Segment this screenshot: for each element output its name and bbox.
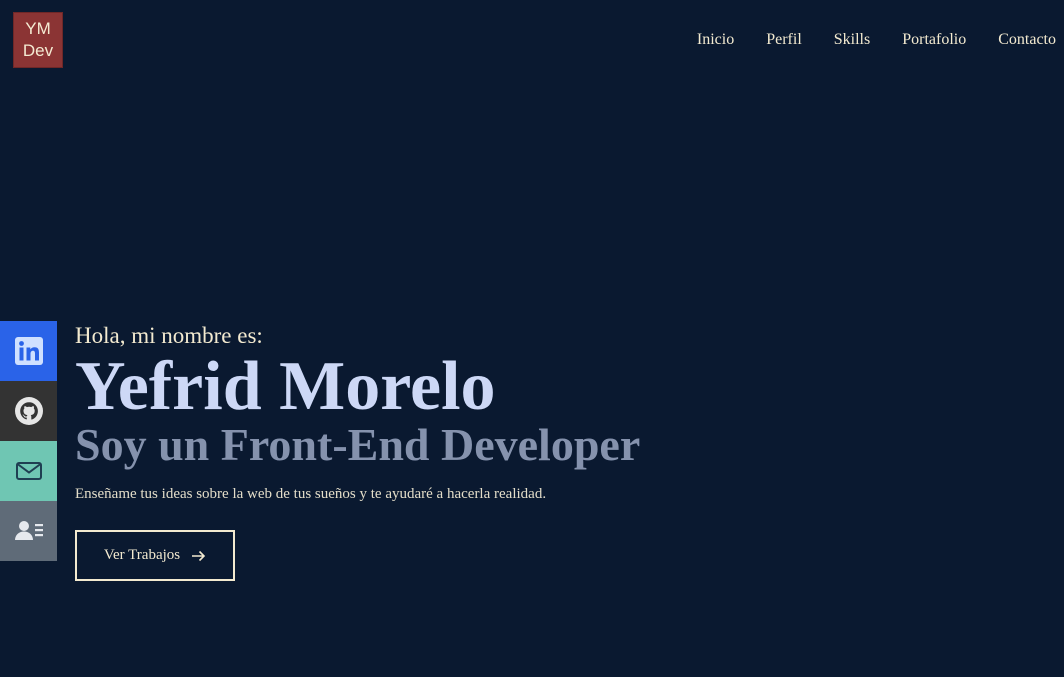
view-work-button[interactable]: Ver Trabajos	[75, 530, 235, 581]
hero-section: Hola, mi nombre es: Yefrid Morelo Soy un…	[75, 322, 640, 581]
logo[interactable]: YM Dev	[13, 12, 63, 68]
logo-line-2: Dev	[22, 41, 54, 60]
github-link[interactable]	[0, 381, 57, 441]
nav-item-inicio[interactable]: Inicio	[697, 30, 734, 50]
hero-greeting: Hola, mi nombre es:	[75, 323, 263, 348]
linkedin-link[interactable]	[0, 321, 57, 381]
mail-link[interactable]	[0, 441, 57, 501]
hero-name: Yefrid Morelo	[75, 348, 496, 425]
nav-item-portafolio[interactable]: Portafolio	[902, 30, 966, 50]
hero-tagline: Enseñame tus ideas sobre la web de tus s…	[75, 486, 547, 502]
contact-card-link[interactable]	[0, 501, 57, 561]
view-work-label: Ver Trabajos	[103, 547, 181, 563]
mail-icon	[15, 462, 42, 480]
arrow-right-icon	[192, 550, 206, 561]
logo-line-1: YM	[25, 19, 51, 38]
nav-item-perfil[interactable]: Perfil	[766, 30, 802, 50]
main-nav: Inicio Perfil Skills Portafolio Contacto	[665, 30, 1056, 50]
page: YM Dev Inicio Perfil Skills Portafolio C…	[0, 0, 1064, 677]
nav-item-contacto[interactable]: Contacto	[998, 30, 1056, 50]
github-icon	[14, 397, 43, 425]
linkedin-icon	[14, 337, 43, 365]
nav-item-skills[interactable]: Skills	[834, 30, 870, 50]
social-links	[0, 321, 57, 561]
contact-card-icon	[14, 521, 43, 540]
hero-role: Soy un Front-End Developer	[75, 419, 641, 470]
